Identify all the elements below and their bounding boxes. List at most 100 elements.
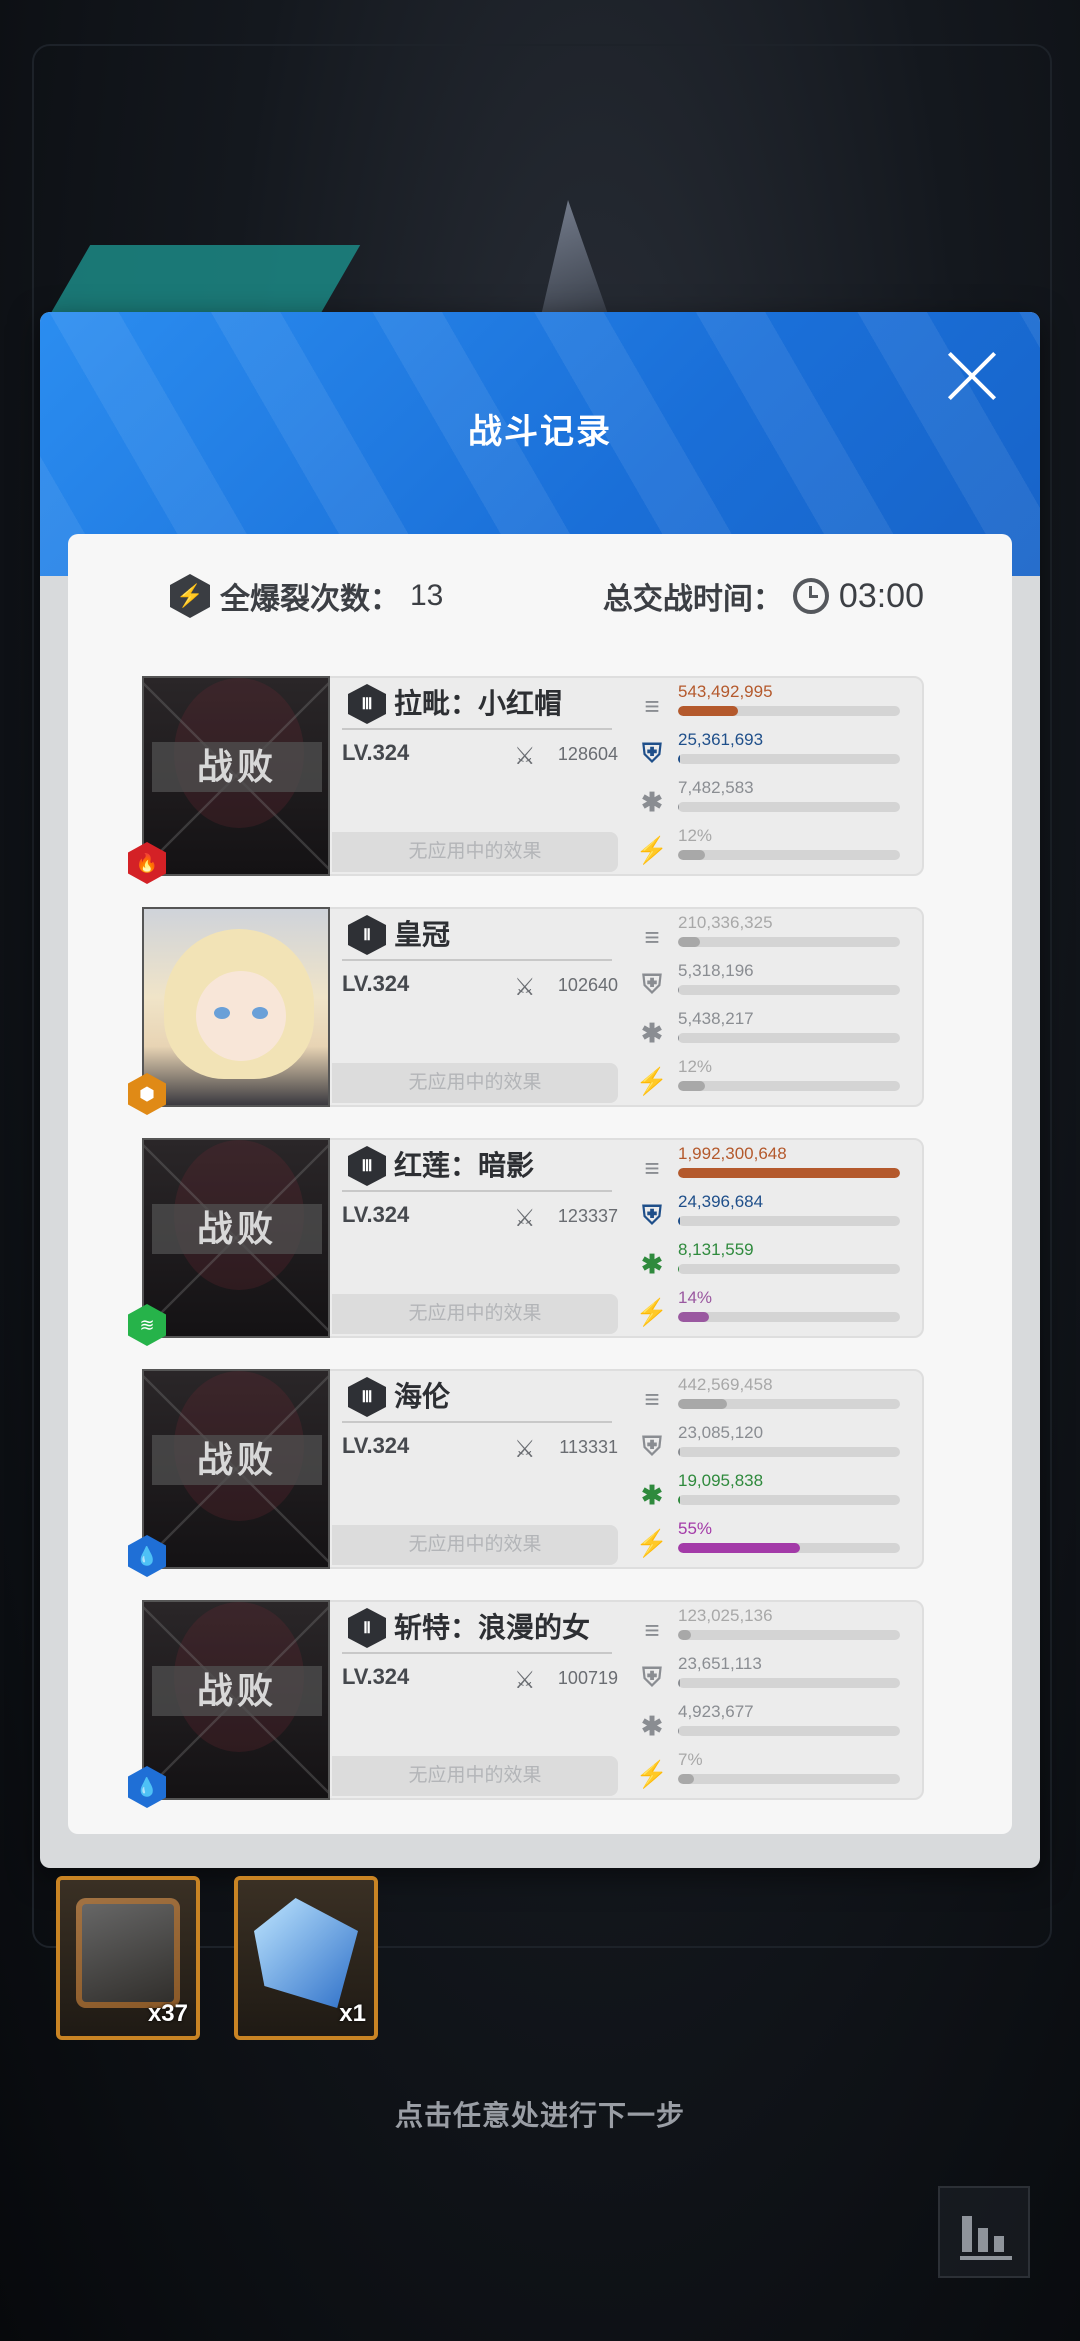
unit-portrait[interactable] (142, 907, 330, 1107)
stat-row: ≡ 123,025,136 (636, 1606, 906, 1654)
stat-value: 23,085,120 (678, 1423, 764, 1442)
stat-row: ✱ 4,923,677 (636, 1702, 906, 1750)
stat-bar-fill (678, 937, 701, 947)
stat-row: ≡ 543,492,995 (636, 682, 906, 730)
unit-row: 战败 💧 Ⅲ 海伦 LV.324 ⚔ 113331 无应用中的效果 ≡ 442,569,458 ⛨ 2… (128, 1369, 924, 1577)
stat-value: 25,361,693 (678, 730, 764, 749)
reward-item[interactable]: x1 (234, 1876, 378, 2040)
stat-bar (678, 985, 900, 995)
burst-gauge-icon: ⚡ (635, 1527, 669, 1558)
stat-bar (678, 1543, 900, 1553)
unit-stats: ≡ 442,569,458 ⛨ 23,085,120 ✱ 19,095,838 ⚡ 55% (636, 1375, 906, 1567)
defeat-label: 战败 (152, 1204, 322, 1254)
crossed-swords-icon: ⚔ (514, 1436, 536, 1463)
unit-level: LV.324 (342, 740, 410, 765)
stat-row: ✱ 8,131,559 (636, 1240, 906, 1288)
chart-icon-bar (994, 2236, 1004, 2252)
reward-item[interactable]: x37 (56, 1876, 200, 2040)
stat-bar-fill (678, 1726, 680, 1736)
stat-value: 543,492,995 (678, 682, 773, 701)
defeat-label: 战败 (152, 742, 322, 792)
burst-gauge-icon: ⚡ (635, 1065, 669, 1096)
stat-bar-fill (678, 1081, 705, 1091)
stat-row: ⚡ 55% (636, 1519, 906, 1567)
unit-name: 斩特：浪漫的女 (394, 1612, 591, 1643)
damage-icon: ≡ (644, 1614, 660, 1645)
stat-row: ⚡ 12% (636, 1057, 906, 1105)
unit-name: 海伦 (394, 1381, 451, 1412)
portrait-face (196, 971, 286, 1061)
stat-row: ≡ 442,569,458 (636, 1375, 906, 1423)
crossed-swords-icon: ⚔ (514, 1667, 536, 1694)
heal-icon: ✱ (641, 1017, 663, 1048)
stat-bar (678, 1630, 900, 1640)
unit-portrait[interactable]: 战败 (142, 1138, 330, 1338)
time-label: 总交战时间： (602, 583, 783, 616)
background-logo-stripe (49, 245, 361, 315)
unit-name: 红莲：暗影 (394, 1150, 535, 1181)
supply-box-icon (76, 1898, 180, 2008)
burst-gauge-icon: ⚡ (635, 834, 669, 865)
damage-icon: ≡ (644, 921, 660, 952)
combat-power: 113331 (559, 1437, 618, 1457)
reward-list: x37 x1 (56, 1876, 378, 2040)
effect-status: 无应用中的效果 (332, 832, 618, 872)
stat-value: 14% (678, 1288, 713, 1307)
burst-gauge-icon: ⚡ (635, 1758, 669, 1789)
stat-row: ≡ 1,992,300,648 (636, 1144, 906, 1192)
close-button[interactable] (944, 348, 1000, 404)
effect-status: 无应用中的效果 (332, 1294, 618, 1334)
unit-stats: ≡ 210,336,325 ⛨ 5,318,196 ✱ 5,438,217 ⚡ 12% (636, 913, 906, 1105)
unit-stats: ≡ 123,025,136 ⛨ 23,651,113 ✱ 4,923,677 ⚡ 7% (636, 1606, 906, 1798)
unit-name: 皇冠 (394, 919, 451, 950)
heal-icon: ✱ (641, 1248, 663, 1279)
stat-row: ✱ 7,482,583 (636, 778, 906, 826)
unit-level: LV.324 (342, 1664, 410, 1689)
stat-bar-fill (678, 1495, 681, 1505)
effect-status: 无应用中的效果 (332, 1063, 618, 1103)
stat-row: ✱ 5,438,217 (636, 1009, 906, 1057)
continue-hint[interactable]: 点击任意处进行下一步 (0, 2094, 1080, 2134)
crossed-swords-icon: ⚔ (514, 1205, 536, 1232)
divider (342, 959, 612, 961)
stat-row: ⚡ 14% (636, 1288, 906, 1336)
stat-bar-fill (678, 754, 681, 764)
reward-count: x37 (147, 2000, 188, 2027)
unit-row: ⬢ Ⅱ 皇冠 LV.324 ⚔ 102640 无应用中的效果 ≡ 210,336,325 ⛨ 5,3… (128, 907, 924, 1115)
unit-portrait[interactable]: 战败 (142, 676, 330, 876)
time-summary: 总交战时间： 03:00 (603, 574, 924, 618)
unit-row: 战败 🔥 Ⅲ 拉毗：小红帽 LV.324 ⚔ 128604 无应用中的效果 ≡ 543,492,9… (128, 676, 924, 884)
damage-icon: ≡ (644, 690, 660, 721)
stat-bar-fill (678, 802, 680, 812)
shield-icon: ⛨ (642, 969, 662, 999)
combat-power: 123337 (557, 1206, 618, 1226)
stat-row: ⛨ 5,318,196 (636, 961, 906, 1009)
stat-row: ✱ 19,095,838 (636, 1471, 906, 1519)
stat-bar (678, 754, 900, 764)
unit-portrait[interactable]: 战败 (142, 1600, 330, 1800)
stat-bar-fill (678, 1312, 710, 1322)
stat-row: ⛨ 24,396,684 (636, 1192, 906, 1240)
unit-portrait[interactable]: 战败 (142, 1369, 330, 1569)
stat-bar (678, 1678, 900, 1688)
stat-row: ⛨ 23,651,113 (636, 1654, 906, 1702)
dialog-title: 战斗记录 (468, 413, 612, 451)
burst-label: 全爆裂次数： (220, 583, 400, 616)
shield-icon: ⛨ (642, 738, 662, 768)
stat-value: 7,482,583 (678, 778, 754, 797)
damage-icon: ≡ (644, 1383, 660, 1414)
unit-stats: ≡ 543,492,995 ⛨ 25,361,693 ✱ 7,482,583 ⚡ 12% (636, 682, 906, 874)
stat-bar-fill (678, 985, 680, 995)
stat-value: 7% (678, 1750, 703, 1769)
statistics-button[interactable] (938, 2186, 1030, 2278)
burst-icon: ⚡ (170, 574, 210, 618)
stat-row: ⚡ 12% (636, 826, 906, 874)
stat-bar-fill (678, 706, 738, 716)
chart-icon-bar (978, 2228, 988, 2252)
burst-count: 13 (410, 579, 444, 612)
unit-stats: ≡ 1,992,300,648 ⛨ 24,396,684 ✱ 8,131,559 ⚡ 14% (636, 1144, 906, 1336)
stat-value: 55% (678, 1519, 713, 1538)
stat-value: 4,923,677 (678, 1702, 754, 1721)
stat-bar-fill (678, 1033, 680, 1043)
stat-bar (678, 1081, 900, 1091)
